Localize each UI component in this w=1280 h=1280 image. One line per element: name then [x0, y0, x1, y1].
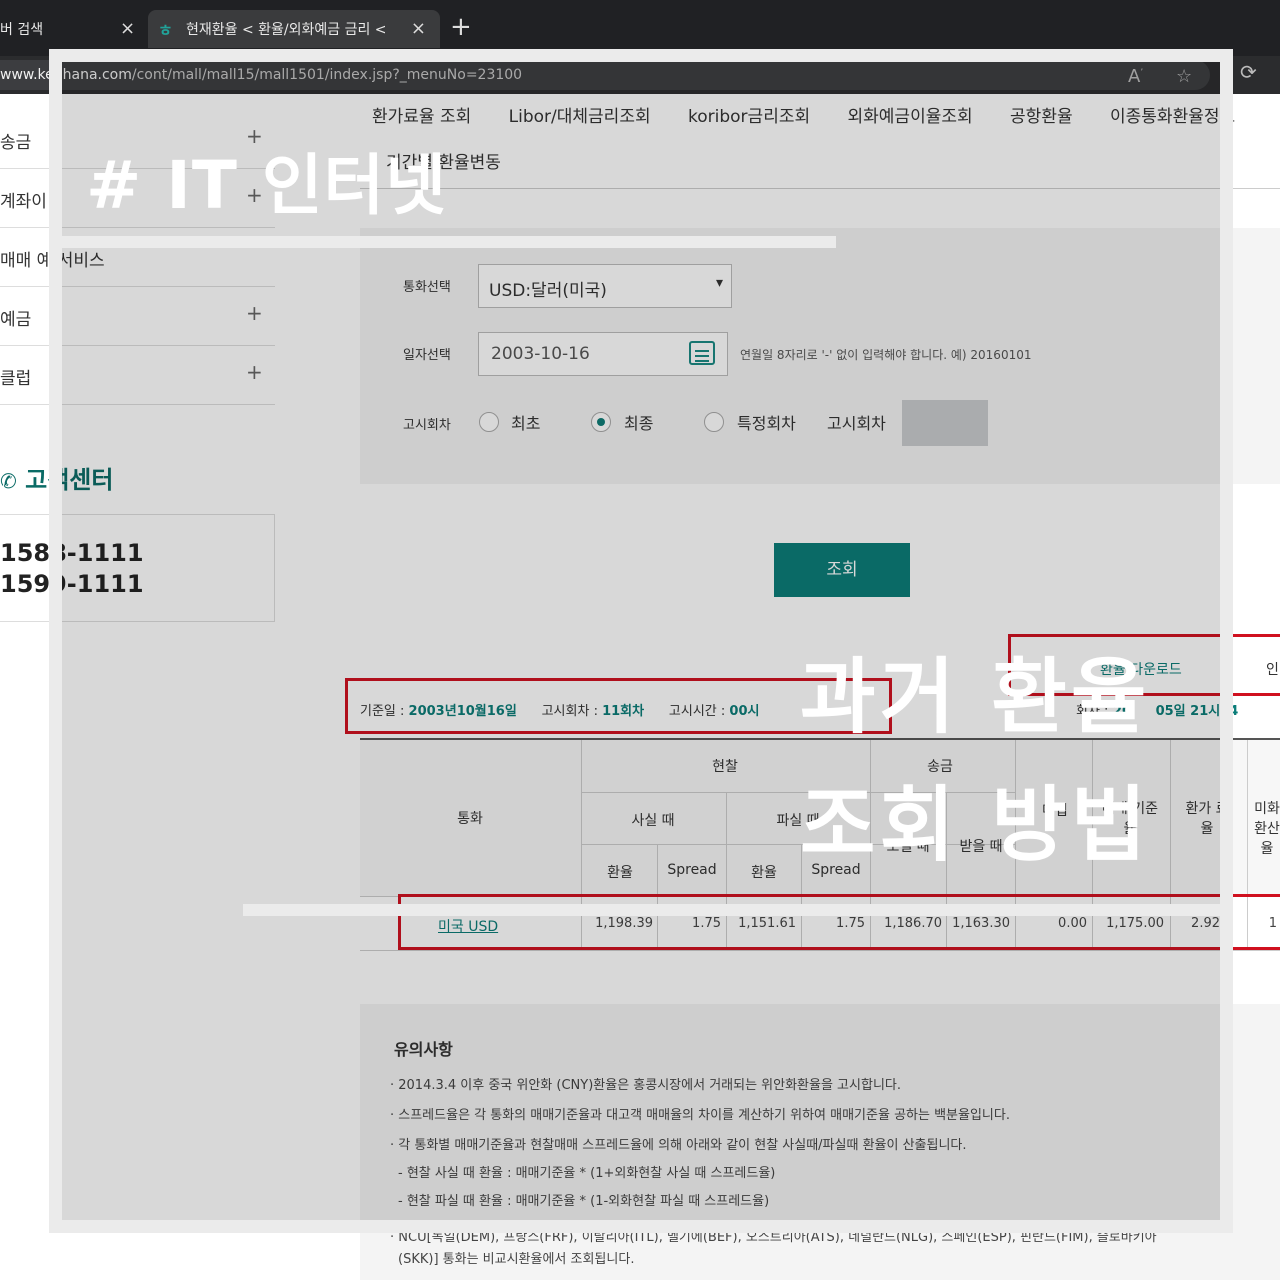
overlay-title: 과거 환율	[800, 650, 1151, 745]
new-tab-button[interactable]: +	[450, 12, 472, 42]
tab-label: 현재환율 < 환율/외화예금 금리 <	[186, 22, 387, 38]
overlay-tag: # IT 인터넷	[86, 147, 447, 224]
phone-icon: ✆	[0, 469, 17, 493]
browser-tab-search[interactable]: 버 검색 ×	[0, 10, 145, 48]
close-icon[interactable]: ×	[411, 18, 426, 39]
close-icon[interactable]: ×	[120, 18, 135, 39]
browser-tab-exchange-rate[interactable]: ㅎ 현재환율 < 환율/외화예금 금리 < ×	[148, 10, 440, 48]
column-header: 미화 환산율	[1254, 801, 1280, 857]
site-favicon-icon: ㅎ	[158, 21, 173, 40]
tab-label: 버 검색	[0, 22, 44, 38]
overlay-bar	[62, 236, 836, 248]
notice-line: (SKK)] 통화는 비교시환율에서 조회됩니다.	[398, 1252, 635, 1267]
browser-tab-bar: 버 검색 × ㅎ 현재환율 < 환율/외화예금 금리 < × +	[0, 0, 1280, 56]
extension-icon[interactable]: ⟳	[1240, 60, 1257, 84]
overlay-bar	[243, 904, 1220, 916]
overlay-title: 조회 방법	[800, 778, 1151, 873]
